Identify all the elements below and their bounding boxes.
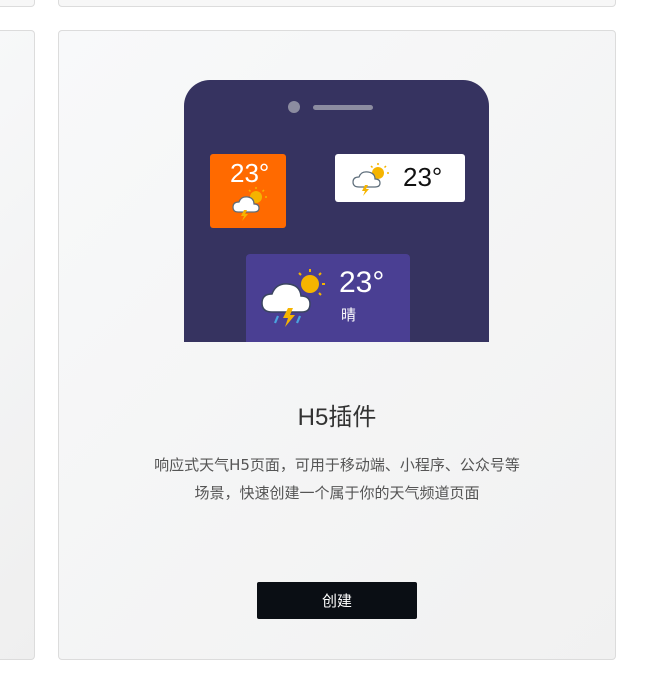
white-weather-widget: 23° (335, 154, 465, 202)
orange-weather-widget: 23° (210, 154, 286, 228)
widget-temperature: 23° (339, 266, 385, 299)
widget-temperature: 23° (230, 158, 270, 188)
widget-condition: 晴 (341, 306, 357, 324)
purple-weather-widget: 23° 晴 (246, 254, 410, 342)
card-description: 响应式天气H5页面，可用于移动端、小程序、公众号等 场景，快速创建一个属于你的天… (127, 451, 547, 507)
card-title: H5插件 (297, 404, 377, 431)
camera-dot (288, 101, 300, 113)
create-button[interactable]: 创建 (257, 582, 417, 619)
sun-cloud-thunder-icon (232, 187, 267, 221)
sun-cloud-thunder-icon (261, 269, 325, 327)
widget-temperature: 23° (403, 162, 443, 192)
description-line-2: 场景，快速创建一个属于你的天气频道页面 (194, 484, 480, 502)
description-line-1: 响应式天气H5页面，可用于移动端、小程序、公众号等 (154, 456, 520, 474)
speaker-bar (313, 105, 373, 110)
phone-illustration: 23° 23° 23° 晴 (184, 80, 489, 342)
card-left (0, 30, 35, 660)
h5-plugin-card: 23° 23° 23° 晴 H5插件 响应式天气H5页面，可用于移动端、小程序、… (58, 30, 616, 660)
card-top-right (58, 0, 616, 7)
sun-cloud-thunder-icon (352, 163, 389, 196)
card-top-left (0, 0, 35, 7)
